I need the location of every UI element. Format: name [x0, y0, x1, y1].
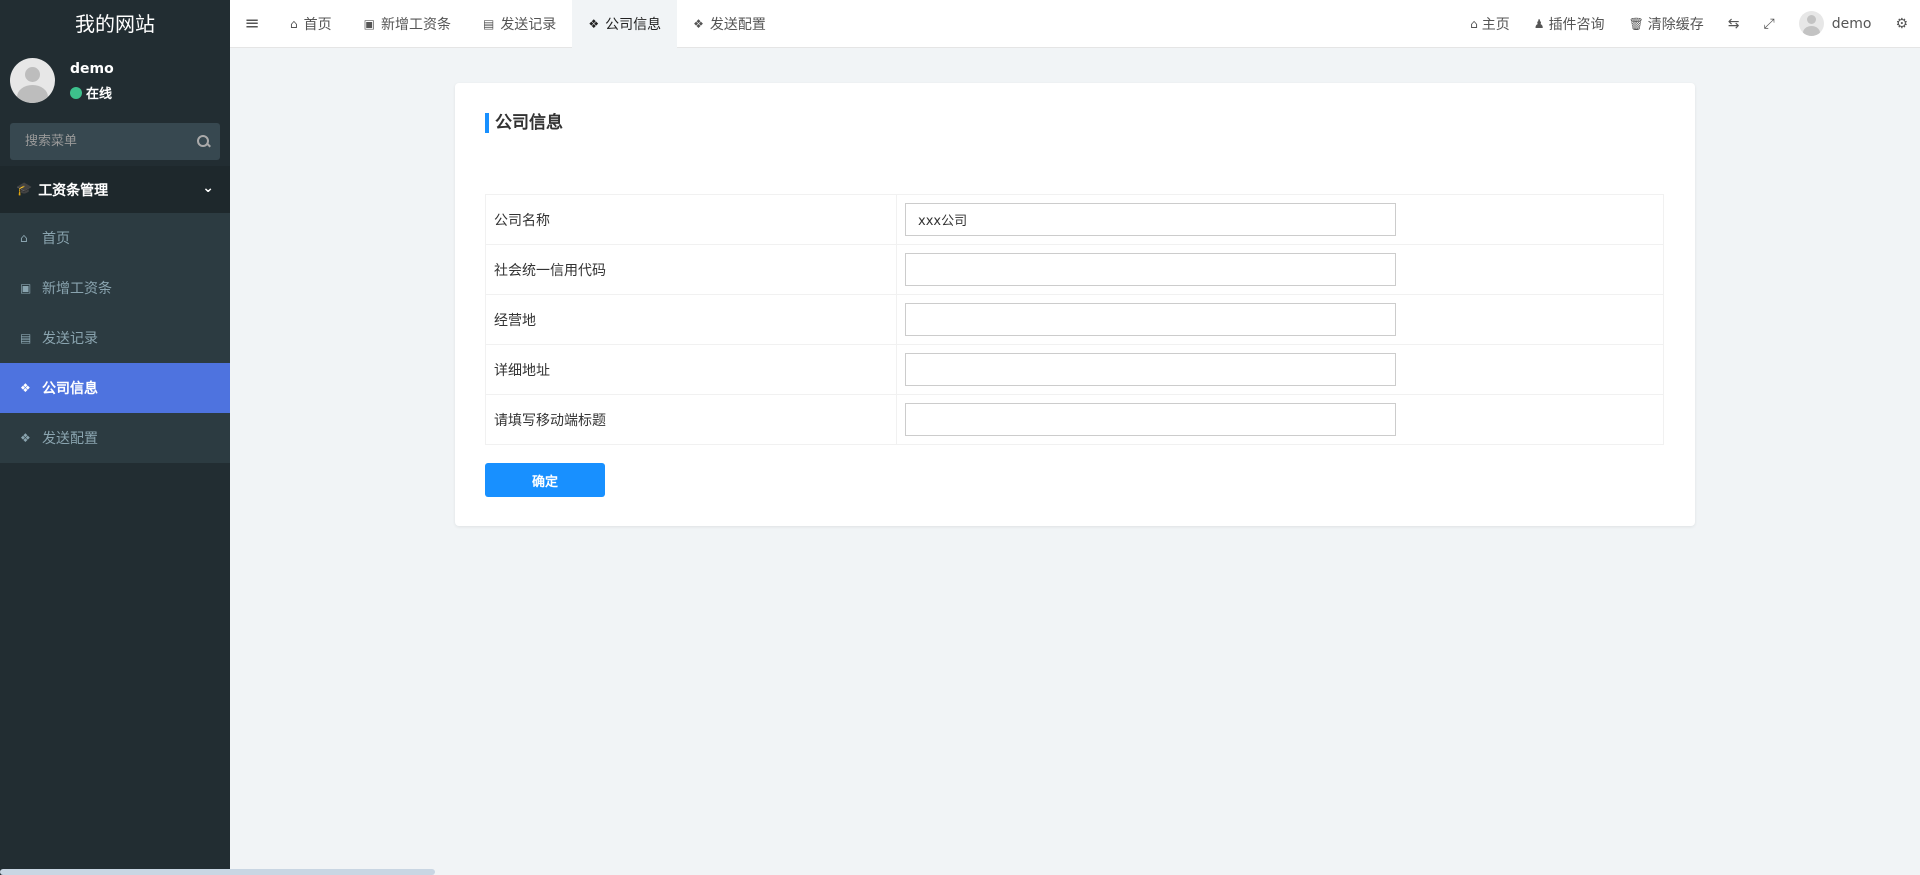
sidebar-item-send-config[interactable]: ❖ 发送配置: [0, 413, 230, 463]
tab-label: 发送配置: [709, 16, 766, 33]
avatar: [1798, 11, 1824, 36]
field-label: 请填写移动端标题: [485, 394, 897, 445]
menu-toggle-icon[interactable]: ≡: [230, 0, 274, 48]
homepage-link[interactable]: ⌂ 主页: [1458, 0, 1522, 48]
gears-icon: ⚙: [1895, 15, 1908, 32]
trash-icon: 🗑: [1628, 16, 1644, 31]
tab-label: 发送记录: [500, 16, 557, 33]
tab-label: 新增工资条: [380, 16, 451, 33]
submit-button[interactable]: 确定: [485, 463, 605, 497]
language-button[interactable]: ⇆: [1716, 0, 1752, 48]
user-avatar: [10, 58, 55, 103]
field-label: 经营地: [485, 294, 897, 345]
chevron-down-icon: ⌄: [202, 180, 214, 196]
user-status: 在线: [70, 83, 112, 102]
mobile-title-field[interactable]: [905, 403, 1396, 436]
company-info-card: 公司信息 公司名称 社会统一信用代码 经营地 详细地址 请: [455, 83, 1695, 526]
plugin-consult-label: 插件咨询: [1548, 16, 1605, 33]
company-name-field[interactable]: [905, 203, 1396, 236]
address-field[interactable]: [905, 353, 1396, 386]
sidebar-item-label: 发送记录: [42, 331, 98, 347]
tab-send-records[interactable]: ▤ 发送记录: [467, 0, 572, 48]
search-icon[interactable]: [197, 134, 209, 149]
sidebar-item-label: 公司信息: [42, 381, 98, 397]
fullscreen-button[interactable]: ⤢: [1752, 0, 1787, 48]
company-info-form: 公司名称 社会统一信用代码 经营地 详细地址 请填写移动端标题: [485, 194, 1664, 445]
sidebar-item-label: 首页: [42, 231, 70, 247]
field-label: 社会统一信用代码: [485, 244, 897, 295]
tab-label: 公司信息: [605, 16, 662, 33]
form-row: 公司名称: [485, 194, 1664, 245]
user-menu-name: demo: [1831, 15, 1872, 32]
tab-bar: ⌂ 首页 ▣ 新增工资条 ▤ 发送记录 ❖ 公司信息 ❖ 发送配置: [274, 0, 782, 48]
sidebar-item-new-payslip[interactable]: ▣ 新增工资条: [0, 263, 230, 313]
form-row: 请填写移动端标题: [485, 394, 1664, 445]
business-location-field[interactable]: [905, 303, 1396, 336]
settings-button[interactable]: ⚙: [1883, 0, 1920, 48]
picture-icon: ▣: [363, 16, 375, 31]
user-status-label: 在线: [86, 87, 113, 102]
file-icon: ▤: [482, 16, 495, 31]
site-brand[interactable]: 我的网站: [0, 0, 230, 45]
translate-icon: ⇆: [1727, 15, 1740, 32]
top-right-actions: ⌂ 主页 ♟ 插件咨询 🗑 清除缓存 ⇆ ⤢ demo ⚙: [1458, 0, 1920, 48]
sidebar-item-home[interactable]: ⌂ 首页: [0, 213, 230, 263]
menu-group-salary[interactable]: 🎓 工资条管理 ⌄: [0, 166, 230, 213]
menu-group-label: 工资条管理: [38, 182, 109, 199]
form-row: 详细地址: [485, 344, 1664, 395]
cubes-icon: ❖: [588, 16, 600, 31]
tab-new-payslip[interactable]: ▣ 新增工资条: [348, 0, 467, 48]
home-icon: ⌂: [1470, 16, 1478, 31]
home-icon: ⌂: [20, 231, 28, 245]
qq-icon: ♟: [1533, 16, 1545, 31]
expand-icon: ⤢: [1763, 15, 1775, 32]
horizontal-scrollbar[interactable]: [0, 869, 435, 875]
sidebar: 我的网站 demo 在线 🎓 工资条管理 ⌄ ⌂ 首页 ▣ 新增工资条 ▤ 发送…: [0, 0, 230, 875]
menu-search: [10, 123, 220, 160]
graduation-cap-icon: 🎓: [16, 182, 33, 197]
tab-send-config[interactable]: ❖ 发送配置: [677, 0, 782, 48]
plugin-consult-link[interactable]: ♟ 插件咨询: [1522, 0, 1617, 48]
form-row: 经营地: [485, 294, 1664, 345]
submenu: ⌂ 首页 ▣ 新增工资条 ▤ 发送记录 ❖ 公司信息 ❖ 发送配置: [0, 213, 230, 463]
cubes-icon: ❖: [20, 431, 31, 445]
tab-home[interactable]: ⌂ 首页: [274, 0, 348, 48]
user-menu[interactable]: demo: [1787, 0, 1884, 48]
picture-icon: ▣: [20, 281, 32, 295]
credit-code-field[interactable]: [905, 253, 1396, 286]
cubes-icon: ❖: [20, 381, 31, 395]
menu-search-input[interactable]: [23, 133, 197, 150]
top-navbar: ≡ ⌂ 首页 ▣ 新增工资条 ▤ 发送记录 ❖ 公司信息 ❖ 发送配置 ⌂ 主页…: [230, 0, 1920, 48]
online-dot-icon: [70, 86, 82, 99]
tab-label: 首页: [303, 16, 332, 33]
field-label: 详细地址: [485, 344, 897, 395]
user-panel: demo 在线: [0, 45, 230, 117]
sidebar-item-send-records[interactable]: ▤ 发送记录: [0, 313, 230, 363]
home-icon: ⌂: [290, 16, 298, 31]
cubes-icon: ❖: [693, 16, 704, 31]
clear-cache-button[interactable]: 🗑 清除缓存: [1617, 0, 1716, 48]
sidebar-item-company-info[interactable]: ❖ 公司信息: [0, 363, 230, 413]
file-icon: ▤: [20, 331, 32, 345]
sidebar-item-label: 发送配置: [42, 431, 98, 447]
clear-cache-label: 清除缓存: [1647, 16, 1704, 33]
sidebar-item-label: 新增工资条: [42, 281, 112, 297]
page-title: 公司信息: [485, 113, 563, 133]
user-name: demo: [70, 61, 114, 77]
homepage-label: 主页: [1481, 16, 1510, 33]
form-row: 社会统一信用代码: [485, 244, 1664, 295]
field-label: 公司名称: [485, 194, 897, 245]
tab-company-info[interactable]: ❖ 公司信息: [572, 0, 678, 48]
